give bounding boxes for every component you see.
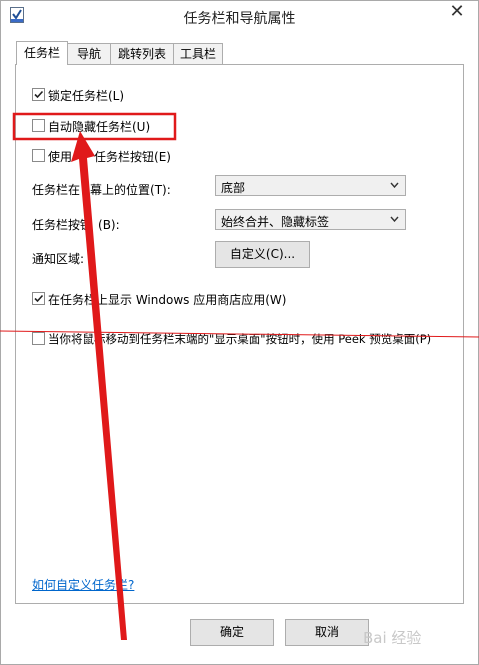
position-select-value: 底部 [221,181,246,195]
cancel-button[interactable]: 取消 [285,619,369,646]
peek-checkbox[interactable] [32,332,45,345]
tab-taskbar[interactable]: 任务栏 [16,41,68,65]
buttons-label-start: 任务栏按钮 [32,218,93,232]
checkmark-icon [34,294,44,303]
ok-button[interactable]: 确定 [190,619,274,646]
buttons-label: 任务栏按钮 (B): [32,216,120,233]
properties-dialog: 任务栏和导航属性 ✕ 任务栏 导航 跳转列表 工具栏 锁定任务栏(L) 自动隐藏… [0,0,479,665]
show-store-apps-label: 在任务栏上显示 Windows 应用商店应用(W) [48,293,287,307]
auto-hide-label: 自动隐藏任务栏(U) [48,120,151,134]
position-label-end: 幕上的位置(T): [90,183,171,197]
watermark: Bai 经验 [363,629,422,647]
customize-button[interactable]: 自定义(C)... [215,241,310,268]
tab-jumplists[interactable]: 跳转列表 [110,43,174,64]
peek-label: 当你将鼠标移动到任务栏末端的"显示桌面"按钮时，使用 Peek 预览桌面(P) [48,332,432,346]
small-buttons-label-start: 使用 [48,150,73,164]
taskbar-buttons-select-value: 始终合并、隐藏标签 [221,215,330,229]
tab-navigation[interactable]: 导航 [67,43,111,64]
window-title: 任务栏和导航属性 [183,11,296,27]
notification-area-label: 通知区域: [32,252,85,266]
position-label-start: 任务栏在 [32,183,81,197]
buttons-label-end: (B): [98,218,120,232]
small-buttons-label: 使用 任务栏按钮(E) [48,148,171,165]
lock-taskbar-label: 锁定任务栏(L) [48,89,125,103]
small-buttons-checkbox[interactable] [32,149,45,162]
lock-taskbar-checkbox[interactable] [32,88,45,101]
position-label: 任务栏在 幕上的位置(T): [32,181,171,198]
chevron-down-icon [390,182,399,188]
help-link[interactable]: 如何自定义任务栏? [32,576,134,593]
auto-hide-checkbox[interactable] [32,119,45,132]
show-store-apps-checkbox[interactable] [32,292,45,305]
tab-toolbars[interactable]: 工具栏 [173,43,223,64]
close-button[interactable]: ✕ [439,1,475,23]
small-buttons-label-end: 任务栏按钮(E) [94,150,171,164]
position-select[interactable]: 底部 [215,175,406,196]
title-bar: 任务栏和导航属性 ✕ [1,1,478,33]
taskbar-buttons-select[interactable]: 始终合并、隐藏标签 [215,209,406,230]
chevron-down-icon [390,216,399,222]
checkmark-icon [34,90,44,99]
